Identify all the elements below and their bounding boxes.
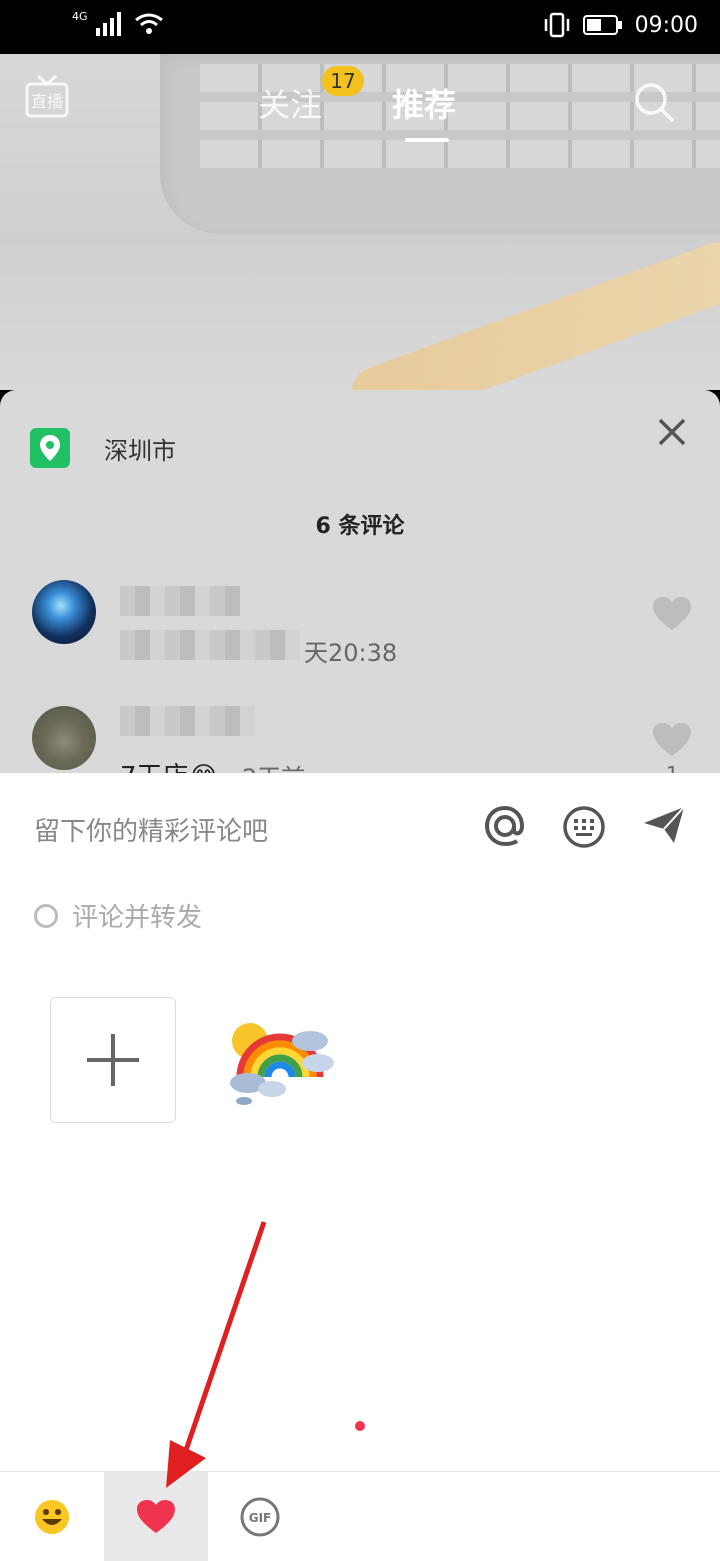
comment-input[interactable]: 留下你的精彩评论吧: [34, 811, 268, 848]
location-pin-icon: [30, 428, 70, 468]
search-icon[interactable]: [632, 80, 676, 124]
comment-text-blurred: [120, 630, 300, 660]
live-tv-icon[interactable]: 直播: [24, 72, 70, 120]
network-label: 4G: [72, 9, 88, 23]
status-right: 09:00: [543, 12, 698, 38]
comment-input-panel: 留下你的精彩评论吧 评论并转发: [0, 773, 720, 1471]
vibrate-icon: [544, 12, 569, 38]
active-tab-indicator: [405, 138, 449, 142]
comment-time: 天20:38: [304, 639, 398, 667]
location-label: 深圳市: [104, 436, 176, 465]
wifi-icon: [134, 13, 163, 34]
close-icon[interactable]: [656, 416, 688, 448]
keyboard-icon[interactable]: [562, 805, 606, 849]
tab-follow[interactable]: 关注: [258, 80, 322, 126]
comment-item: 天20:38: [0, 580, 720, 700]
avatar[interactable]: [32, 580, 96, 644]
send-icon[interactable]: [642, 805, 686, 845]
comment-sheet: 深圳市 6 条评论 天20:38 7天店😂 2天前 1: [0, 390, 720, 792]
username-blurred: [120, 586, 240, 616]
repost-radio[interactable]: [34, 903, 58, 928]
top-nav: 直播 关注 17 推荐: [0, 54, 720, 154]
avatar[interactable]: [32, 706, 96, 770]
username-blurred: [120, 706, 255, 736]
signal-group: 4G: [72, 9, 164, 36]
follow-badge: 17: [322, 66, 364, 96]
signal-icon: [95, 12, 121, 36]
emoji-icon: [35, 1499, 69, 1534]
tab-recommend[interactable]: 推荐: [392, 80, 456, 126]
plus-icon: [87, 1034, 139, 1086]
location-row[interactable]: 深圳市: [30, 428, 176, 468]
battery-icon: [582, 15, 622, 35]
add-sticker-button[interactable]: [50, 997, 176, 1123]
repost-label: 评论并转发: [72, 903, 203, 933]
tab-favorites[interactable]: [104, 1472, 208, 1561]
status-bar: 4G 09:00: [0, 0, 720, 54]
rainbow-sticker[interactable]: [214, 997, 344, 1123]
clock: 09:00: [634, 12, 698, 38]
live-label: 直播: [31, 92, 63, 111]
tab-gif[interactable]: GIF: [208, 1472, 312, 1561]
tab-emoji[interactable]: [0, 1472, 104, 1561]
gif-icon: GIF: [240, 1497, 280, 1536]
comment-count: 6 条评论: [315, 514, 405, 539]
gif-label: GIF: [249, 1511, 272, 1525]
sticker-tab-bar: GIF: [0, 1471, 720, 1561]
heart-icon: [137, 1499, 175, 1533]
heart-icon[interactable]: [652, 596, 692, 632]
repost-option[interactable]: 评论并转发: [34, 897, 202, 934]
at-mention-icon[interactable]: [482, 803, 528, 849]
page-indicator-dot: [355, 1421, 365, 1431]
pencil-image: [342, 233, 720, 390]
heart-icon[interactable]: [652, 722, 692, 758]
